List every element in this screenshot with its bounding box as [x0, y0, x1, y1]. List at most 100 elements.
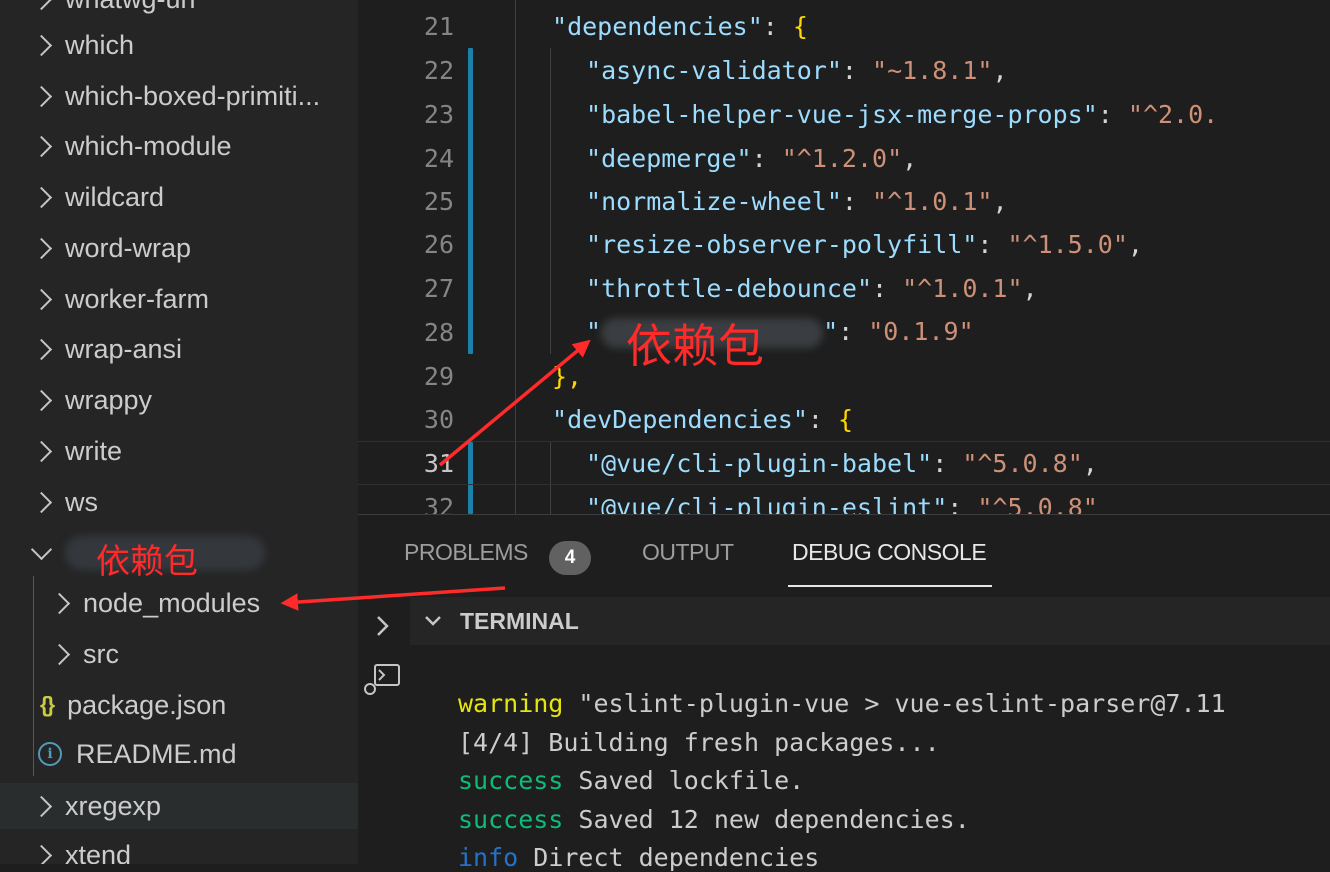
json-key: @vue/cli-plugin-babel	[601, 448, 918, 478]
tree-folder-xregexp[interactable]: xregexp	[0, 783, 358, 829]
code-line[interactable]: 24 "deepmerge": "^1.2.0",	[358, 136, 1330, 180]
json-value: ^1.0.1	[917, 273, 1008, 303]
log-level: info	[458, 843, 519, 872]
tree-label: which-module	[65, 130, 232, 161]
chevron-right-icon	[30, 288, 53, 310]
line-number: 29	[423, 361, 454, 391]
log-text: Saved lockfile.	[563, 766, 805, 795]
code-line[interactable]: 27 "throttle-debounce": "^1.0.1",	[358, 266, 1330, 310]
problems-count-badge: 4	[549, 541, 591, 575]
terminal-line: [4/4] Building fresh packages...	[458, 728, 940, 757]
tree-label: wrap-ansi	[65, 333, 183, 364]
chevron-right-icon	[30, 85, 53, 107]
tree-label: worker-farm	[65, 283, 210, 314]
json-key: resize-observer-polyfill	[601, 229, 963, 259]
line-number: 32	[423, 492, 454, 515]
tree-label: package.json	[67, 689, 227, 720]
line-number: 21	[423, 11, 454, 41]
info-file-icon: i	[38, 742, 62, 766]
line-number: 23	[423, 99, 454, 129]
tree-label: node_modules	[83, 587, 261, 618]
json-key: dependencies	[567, 11, 748, 41]
code-editor[interactable]: 21 "dependencies": { 22 "async-validator…	[358, 0, 1330, 514]
code-line-current[interactable]: 31 "@vue/cli-plugin-babel": "^5.0.8",	[358, 441, 1330, 485]
line-number: 26	[423, 229, 454, 259]
json-value: ^1.5.0	[1022, 229, 1113, 259]
tree-folder[interactable]: wildcard	[0, 174, 358, 220]
tab-debug-console[interactable]: DEBUG CONSOLE	[792, 539, 987, 566]
json-key: deepmerge	[601, 143, 737, 173]
chevron-down-icon	[30, 538, 53, 560]
terminal-line: success Saved lockfile.	[458, 766, 804, 795]
terminal-title: TERMINAL	[460, 607, 579, 634]
line-number: 31	[423, 448, 454, 478]
tree-folder[interactable]: which	[0, 22, 358, 68]
code-line[interactable]: 21 "dependencies": {	[358, 4, 1330, 48]
tree-folder[interactable]: word-wrap	[0, 225, 358, 271]
code-line[interactable]: 30 "devDependencies": {	[358, 397, 1330, 441]
json-value: ^5.0.8	[992, 492, 1083, 515]
code-line[interactable]: 22 "async-validator": "~1.8.1",	[358, 48, 1330, 92]
json-value: ^5.0.8	[977, 448, 1068, 478]
log-text: Saved 12 new dependencies.	[563, 805, 970, 834]
tree-folder[interactable]: wrap-ansi	[0, 326, 358, 372]
tree-label: which	[65, 29, 135, 60]
json-key: async-validator	[601, 55, 827, 85]
tree-folder-src[interactable]: src	[0, 631, 358, 677]
line-number: 22	[423, 55, 454, 85]
chevron-right-icon[interactable]	[377, 616, 389, 636]
tree-folder-whatwg-url[interactable]: whatwg-url	[0, 0, 358, 22]
tree-label: whatwg-url	[65, 0, 196, 15]
tree-label: README.md	[76, 738, 237, 769]
bottom-panel: PROBLEMS 4 OUTPUT DEBUG CONSOLE TERMINAL…	[358, 514, 1330, 872]
chevron-right-icon	[30, 135, 53, 157]
log-level: success	[458, 766, 564, 795]
code-line[interactable]: 29 },	[358, 354, 1330, 398]
line-number: 30	[423, 404, 454, 434]
tree-folder[interactable]: which-module	[0, 123, 358, 169]
debug-terminal-icon[interactable]	[364, 664, 400, 695]
terminal-side-icons	[364, 616, 400, 695]
json-key: devDependencies	[567, 404, 793, 434]
tree-label: word-wrap	[65, 232, 192, 263]
tree-label: wildcard	[65, 181, 165, 212]
log-level: success	[458, 805, 564, 834]
json-key: babel-helper-vue-jsx-merge-props	[601, 99, 1083, 129]
terminal-section-header[interactable]: TERMINAL	[410, 597, 1330, 645]
tree-file-readme[interactable]: i README.md	[0, 731, 358, 777]
code-line[interactable]: 26 "resize-observer-polyfill": "^1.5.0",	[358, 222, 1330, 266]
annotation-label-editor: 依赖包	[626, 319, 764, 373]
tab-output[interactable]: OUTPUT	[642, 539, 734, 566]
json-value: ^1.2.0	[796, 143, 888, 173]
code-line[interactable]: 25 "normalize-wheel": "^1.0.1",	[358, 179, 1330, 223]
code-line[interactable]: 28 " ": "0.1.9"	[358, 310, 1330, 354]
tree-folder-node-modules[interactable]: node_modules	[0, 580, 358, 626]
tree-folder[interactable]: worker-farm	[0, 276, 358, 322]
chevron-right-icon	[48, 592, 71, 614]
tab-problems[interactable]: PROBLEMS	[404, 539, 528, 566]
chevron-right-icon	[30, 440, 53, 462]
tree-folder-xtend[interactable]: xtend	[0, 832, 358, 864]
tree-label: ws	[65, 486, 98, 517]
code-line[interactable]: 23 "babel-helper-vue-jsx-merge-props": "…	[358, 92, 1330, 136]
line-number: 25	[423, 186, 454, 216]
log-text: Direct dependencies	[518, 843, 820, 872]
tree-folder[interactable]: wrappy	[0, 377, 358, 423]
chevron-right-icon	[30, 844, 53, 864]
tree-folder[interactable]: write	[0, 428, 358, 474]
json-file-icon: {}	[40, 692, 55, 717]
json-key: throttle-debounce	[601, 273, 857, 303]
log-text: [4/4] Building fresh packages...	[458, 728, 940, 757]
chevron-right-icon	[30, 338, 53, 360]
code-line[interactable]: 32 "@vue/cli-plugin-eslint": "^5.0.8"	[358, 485, 1330, 515]
chevron-right-icon	[48, 643, 71, 665]
tree-folder[interactable]: ws	[0, 479, 358, 525]
tree-file-package-json[interactable]: {} package.json	[0, 682, 358, 728]
json-value: ^2.0.	[1142, 99, 1219, 129]
line-number: 24	[423, 143, 454, 173]
terminal-line: warning "eslint-plugin-vue > vue-eslint-…	[458, 689, 1226, 718]
terminal-line: success Saved 12 new dependencies.	[458, 805, 970, 834]
json-key: normalize-wheel	[601, 186, 827, 216]
chevron-right-icon	[30, 186, 53, 208]
tree-folder[interactable]: which-boxed-primiti...	[0, 73, 358, 119]
